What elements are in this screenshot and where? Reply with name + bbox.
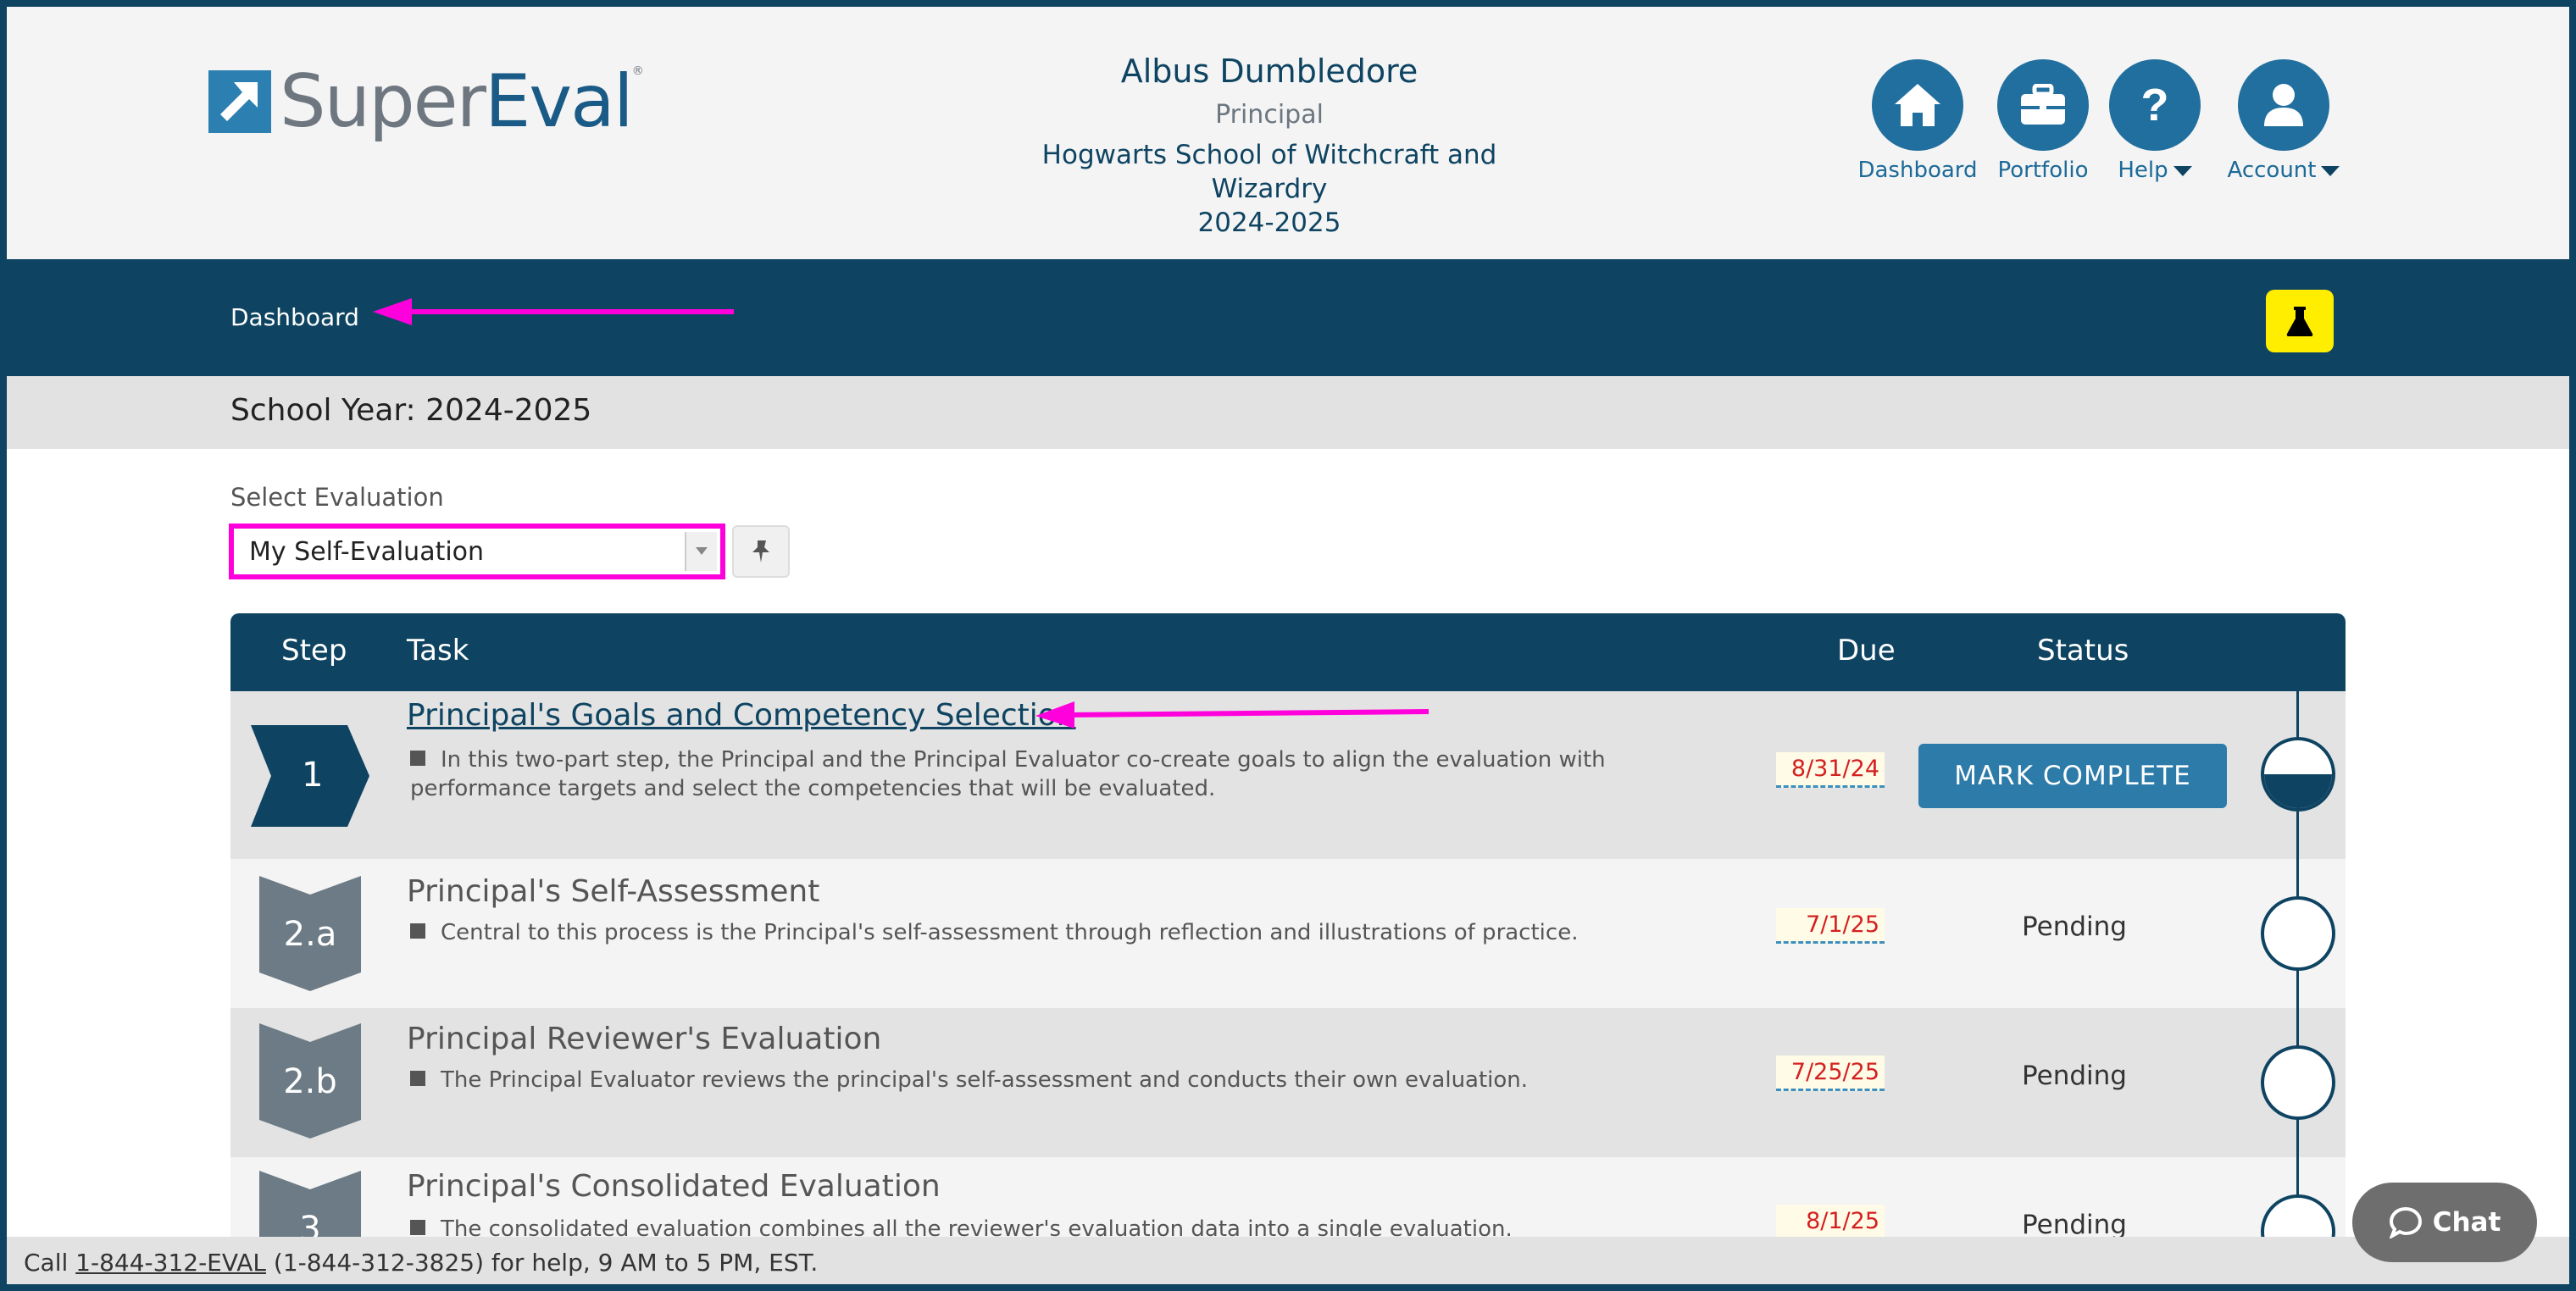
home-icon <box>1872 59 1963 151</box>
logo-super-text: Super <box>280 59 486 144</box>
flask-button[interactable] <box>2266 290 2334 352</box>
step-badge: 2.b <box>259 1023 361 1142</box>
task-description: In this two-part step, the Principal and… <box>410 745 1698 803</box>
evaluation-select-value: My Self-Evaluation <box>249 537 485 567</box>
user-name: Albus Dumbledore <box>1120 53 1418 90</box>
briefcase-icon <box>1997 59 2089 151</box>
pin-icon <box>752 540 769 562</box>
step-progress-circle <box>2261 737 2335 812</box>
chat-label: Chat <box>2432 1207 2501 1238</box>
column-header-due: Due <box>1837 634 1896 668</box>
mark-complete-button[interactable]: MARK COMPLETE <box>1918 744 2227 808</box>
bullet-icon <box>410 923 425 939</box>
breadcrumb-bar: Dashboard <box>7 259 2569 376</box>
user-info: Albus Dumbledore Principal Hogwarts Scho… <box>990 53 1549 238</box>
status-text: Pending <box>2022 1210 2127 1240</box>
logo-wordmark: SuperEval® <box>280 64 644 138</box>
task-description-text: The Principal Evaluator reviews the prin… <box>441 1067 1529 1093</box>
bullet-icon <box>410 1220 425 1235</box>
help-footer: Call 1-844-312-EVAL (1-844-312-3825) for… <box>7 1237 2569 1284</box>
table-row: 2.a Principal's Self-Assessment Central … <box>230 859 2346 1008</box>
chat-bubble-icon <box>2389 1206 2422 1238</box>
step-badge: 2.a <box>259 876 361 995</box>
nav-account[interactable]: Account <box>2212 59 2356 183</box>
step-number: 2.a <box>283 915 337 954</box>
school-year-bar: School Year: 2024-2025 <box>7 376 2569 449</box>
status-text: Pending <box>2022 911 2127 942</box>
footer-prefix: Call <box>24 1249 76 1277</box>
nav-dashboard-label: Dashboard <box>1857 158 1978 183</box>
task-title: Principal Reviewer's Evaluation <box>407 1022 882 1056</box>
select-evaluation-label: Select Evaluation <box>230 483 444 512</box>
task-description: The Principal Evaluator reviews the prin… <box>410 1066 1698 1094</box>
due-date[interactable]: 7/25/25 <box>1776 1056 1885 1091</box>
progress-fill <box>2264 774 2332 808</box>
due-date[interactable]: 7/1/25 <box>1776 908 1885 944</box>
footer-suffix: (1-844-312-3825) for help, 9 AM to 5 PM,… <box>266 1249 819 1277</box>
help-caret-icon <box>2173 165 2192 176</box>
nav-account-label-wrap: Account <box>2212 158 2356 183</box>
due-date[interactable]: 8/1/25 <box>1776 1205 1885 1240</box>
nav-help-label: Help <box>2118 158 2168 183</box>
task-title-link[interactable]: Principal's Goals and Competency Selecti… <box>407 698 1076 733</box>
phone-link[interactable]: 1-844-312-EVAL <box>75 1249 266 1277</box>
nav-help-label-wrap: Help <box>2083 158 2227 183</box>
footer-text: Call 1-844-312-EVAL (1-844-312-3825) for… <box>24 1249 818 1277</box>
column-header-status: Status <box>2037 634 2129 668</box>
nav-help[interactable]: ? Help <box>2083 59 2227 183</box>
table-row: 1 Principal's Goals and Competency Selec… <box>230 691 2346 859</box>
school-year-text: School Year: 2024-2025 <box>230 393 592 428</box>
task-description: Central to this process is the Principal… <box>410 918 1698 947</box>
app-header: SuperEval® Albus Dumbledore Principal Ho… <box>7 7 2569 259</box>
task-description-text: In this two-part step, the Principal and… <box>410 747 1606 801</box>
step-number: 1 <box>302 756 324 795</box>
header-school-year: 2024-2025 <box>1197 208 1341 238</box>
question-icon: ? <box>2109 59 2201 151</box>
task-description-text: Central to this process is the Principal… <box>441 920 1579 945</box>
nav-dashboard[interactable]: Dashboard <box>1846 59 1990 183</box>
dropdown-arrow-icon[interactable] <box>685 532 717 571</box>
bullet-icon <box>410 1071 425 1086</box>
column-header-task: Task <box>407 634 469 668</box>
step-number: 2.b <box>283 1062 337 1101</box>
logo-eval-text: Eval <box>484 59 634 144</box>
school-name: Hogwarts School of Witchcraft and Wizard… <box>1041 140 1497 204</box>
column-header-step: Step <box>281 634 347 668</box>
status-text: Pending <box>2022 1061 2127 1091</box>
step-badge: 1 <box>251 725 369 830</box>
logo-registered-mark: ® <box>631 64 644 78</box>
step-progress-circle <box>2261 1045 2335 1120</box>
chat-button[interactable]: Chat <box>2352 1183 2537 1262</box>
page: SuperEval® Albus Dumbledore Principal Ho… <box>7 7 2569 1284</box>
breadcrumb-dashboard[interactable]: Dashboard <box>230 303 359 331</box>
logo-mark-icon <box>208 70 271 133</box>
flask-icon <box>2286 307 2313 336</box>
task-title: Principal's Consolidated Evaluation <box>407 1169 941 1204</box>
due-date[interactable]: 8/31/24 <box>1776 752 1885 788</box>
user-role: Principal <box>1215 100 1324 130</box>
task-title: Principal's Self-Assessment <box>407 874 820 909</box>
nav-account-label: Account <box>2227 158 2317 183</box>
step-progress-circle <box>2261 896 2335 971</box>
account-caret-icon <box>2321 165 2340 176</box>
evaluation-steps-table: Step Task Due Status 1 Principal's Goals… <box>230 613 2346 1284</box>
user-icon <box>2238 59 2329 151</box>
table-header: Step Task Due Status <box>230 613 2346 691</box>
pin-button[interactable] <box>732 525 790 578</box>
bullet-icon <box>410 751 425 766</box>
table-row: 2.b Principal Reviewer's Evaluation The … <box>230 1008 2346 1157</box>
supereval-logo[interactable]: SuperEval® <box>208 59 644 144</box>
evaluation-select[interactable]: My Self-Evaluation <box>229 524 725 579</box>
